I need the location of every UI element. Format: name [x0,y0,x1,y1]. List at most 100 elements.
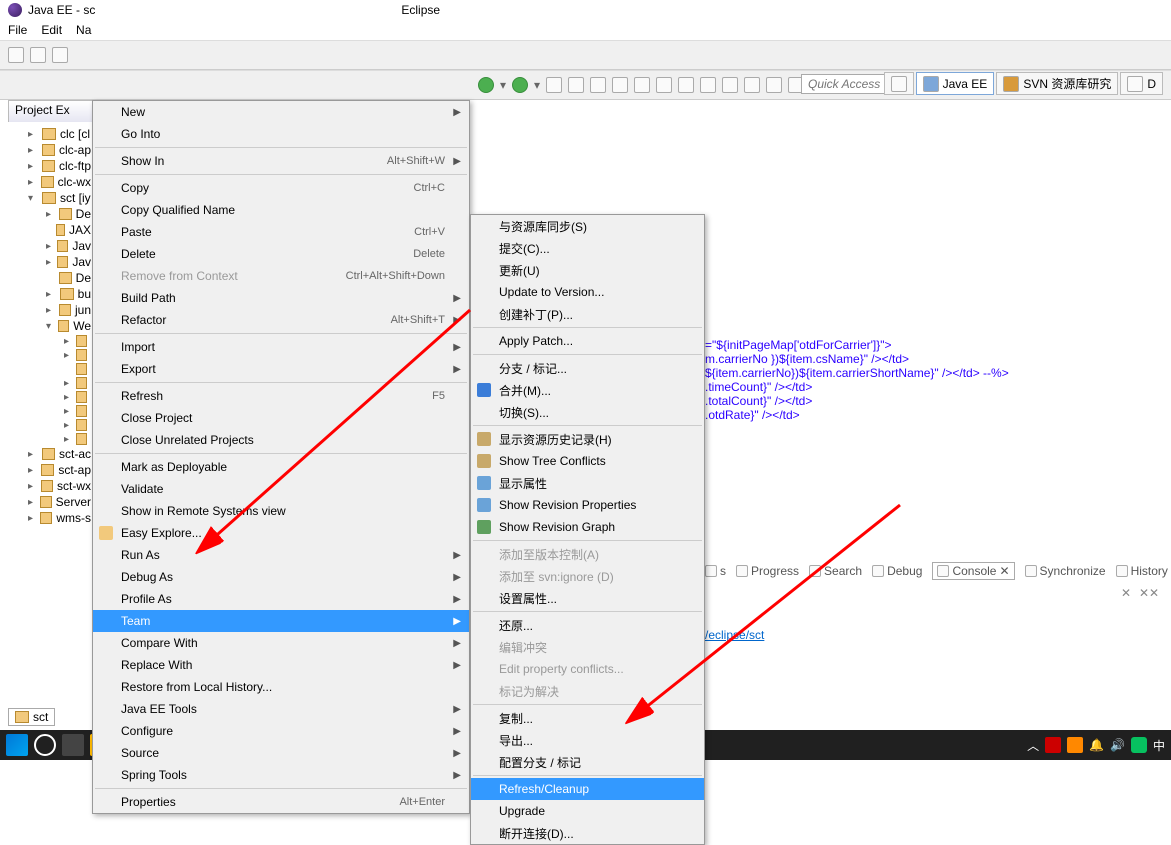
console-tab[interactable]: s [705,564,726,578]
tree-item[interactable]: ▸ [10,418,91,432]
menu-item[interactable]: Team▶ [93,610,469,632]
tree-item[interactable]: ▸Server [10,494,91,510]
menu-item[interactable]: Import▶ [93,336,469,358]
bottom-tabs[interactable]: sct [8,708,55,726]
menu-item[interactable]: RefreshF5 [93,385,469,407]
menu-item[interactable]: 设置属性... [471,587,704,609]
menu-item[interactable]: Restore from Local History... [93,676,469,698]
tool-icon[interactable] [52,47,68,63]
volume-icon[interactable]: 🔊 [1110,738,1125,752]
menu-item[interactable]: 与资源库同步(S) [471,215,704,237]
expander-icon[interactable]: ▸ [28,497,36,508]
tool-icon[interactable] [766,77,782,93]
menu-item[interactable]: Source▶ [93,742,469,764]
tool-icon[interactable] [612,77,628,93]
close-all-icon[interactable]: ✕✕ [1139,586,1153,600]
expander-icon[interactable]: ▾ [46,321,54,332]
menu-item[interactable]: Show Revision Properties [471,494,704,516]
menu-item[interactable]: PasteCtrl+V [93,221,469,243]
menu-na[interactable]: Na [76,23,91,37]
menu-item[interactable]: Run As▶ [93,544,469,566]
console-tabs[interactable]: sProgressSearchDebugConsole ✕Synchronize… [705,562,1163,580]
open-perspective-button[interactable] [884,72,914,95]
menu-item[interactable]: Profile As▶ [93,588,469,610]
menu-item[interactable]: Close Unrelated Projects [93,429,469,451]
menu-item[interactable]: Spring Tools▶ [93,764,469,786]
menu-item[interactable]: Compare With▶ [93,632,469,654]
tray-chevron-icon[interactable]: ︿ [1027,737,1039,754]
expander-icon[interactable]: ▸ [46,241,53,252]
expander-icon[interactable]: ▸ [64,392,72,403]
expander-icon[interactable]: ▸ [64,420,72,431]
expander-icon[interactable]: ▸ [28,465,37,476]
expander-icon[interactable]: ▸ [64,378,72,389]
tool-icon[interactable] [722,77,738,93]
console-tab[interactable]: Search [809,564,862,578]
perspective-svn[interactable]: SVN 资源库研究 [996,72,1118,95]
tree-item[interactable]: ▸clc [cl [10,126,91,142]
menu-item[interactable]: 配置分支 / 标记 [471,751,704,773]
menu-item[interactable]: Configure▶ [93,720,469,742]
menu-item[interactable]: 切换(S)... [471,401,704,423]
perspective-javaee[interactable]: Java EE [916,72,995,95]
menu-item[interactable]: New▶ [93,101,469,123]
menu-item[interactable]: 提交(C)... [471,237,704,259]
tree-item[interactable]: ▸clc-ap [10,142,91,158]
save-icon[interactable] [30,47,46,63]
run-icon[interactable] [478,77,494,93]
menu-item[interactable]: Copy Qualified Name [93,199,469,221]
expander-icon[interactable]: ▸ [28,177,37,188]
tool-icon[interactable] [700,77,716,93]
tray-shield-icon[interactable] [1045,737,1061,753]
tree-item[interactable]: ▸clc-wx [10,174,91,190]
menu-item[interactable]: Apply Patch... [471,330,704,352]
notification-icon[interactable]: 🔔 [1089,738,1104,752]
tray-icon[interactable] [1067,737,1083,753]
new-icon[interactable] [8,47,24,63]
tree-item[interactable]: ▸Jav [10,238,91,254]
menu-item[interactable]: Close Project [93,407,469,429]
menu-item[interactable]: Debug As▶ [93,566,469,588]
menu-item[interactable]: 创建补丁(P)... [471,303,704,325]
tree-item[interactable]: ▸De [10,206,91,222]
menu-edit[interactable]: Edit [41,23,62,37]
team-submenu[interactable]: 与资源库同步(S)提交(C)...更新(U)Update to Version.… [470,214,705,845]
menu-item[interactable]: Validate [93,478,469,500]
menu-item[interactable]: Replace With▶ [93,654,469,676]
expander-icon[interactable]: ▸ [28,145,38,156]
menu-bar[interactable]: File Edit Na [0,20,1171,40]
menu-item[interactable]: Go Into [93,123,469,145]
menu-file[interactable]: File [8,23,27,37]
tool-icon[interactable] [744,77,760,93]
menu-item[interactable]: Show Revision Graph [471,516,704,538]
tool-icon[interactable] [590,77,606,93]
expander-icon[interactable]: ▸ [46,305,55,316]
tree-item[interactable]: ▸Jav [10,254,91,270]
menu-item[interactable]: Show in Remote Systems view [93,500,469,522]
tree-item[interactable]: JAX [10,222,91,238]
menu-item[interactable]: Upgrade [471,800,704,822]
tree-item[interactable]: ▸wms-s [10,510,91,526]
bottom-tab-sct[interactable]: sct [8,708,55,726]
menu-item[interactable]: Build Path▶ [93,287,469,309]
menu-item[interactable]: 显示资源历史记录(H) [471,428,704,450]
expander-icon[interactable]: ▸ [28,161,38,172]
menu-item[interactable]: Show InAlt+Shift+W▶ [93,150,469,172]
expander-icon[interactable]: ▸ [46,257,53,268]
tree-item[interactable] [10,362,91,376]
expander-icon[interactable]: ▸ [64,406,72,417]
project-tree[interactable]: ▸clc [cl▸clc-ap▸clc-ftp▸clc-wx▾sct [iy▸D… [8,122,93,530]
expander-icon[interactable]: ▸ [28,513,36,524]
expander-icon[interactable]: ▸ [28,449,38,460]
tree-item[interactable]: ▸jun [10,302,91,318]
close-icon[interactable]: ✕ [1119,586,1133,600]
menu-item[interactable]: RefactorAlt+Shift+T▶ [93,309,469,331]
menu-item[interactable]: 还原... [471,614,704,636]
menu-item[interactable]: Easy Explore... [93,522,469,544]
expander-icon[interactable]: ▸ [64,336,72,347]
menu-item[interactable]: Refresh/Cleanup [471,778,704,800]
menu-item[interactable]: Java EE Tools▶ [93,698,469,720]
run-icon[interactable] [512,77,528,93]
tree-item[interactable]: ▸ [10,432,91,446]
tool-icon[interactable] [568,77,584,93]
